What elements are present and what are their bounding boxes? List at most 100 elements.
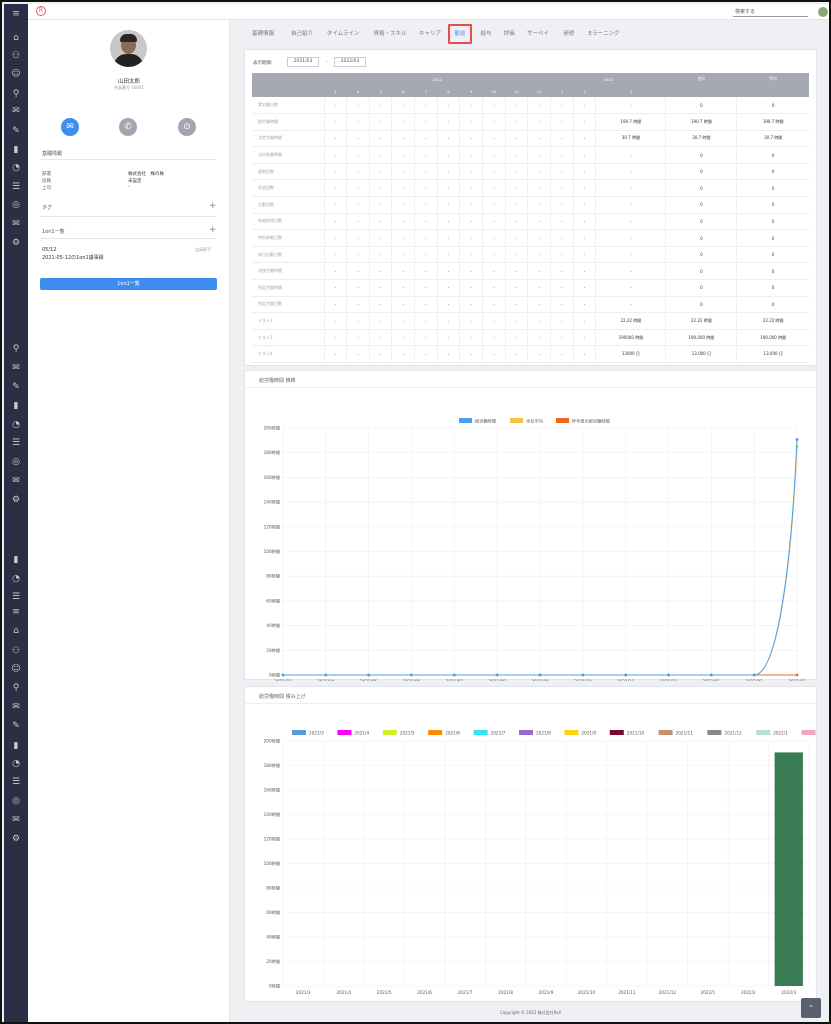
legend-swatch[interactable]	[658, 730, 673, 735]
chat-icon[interactable]: ✉	[9, 361, 23, 375]
legend-label[interactable]: 2022/1	[773, 731, 788, 736]
data-point[interactable]	[795, 438, 799, 441]
mail-icon[interactable]: ✉	[9, 217, 23, 231]
legend-label[interactable]: 2021/3	[309, 731, 324, 736]
legend-swatch[interactable]	[473, 730, 488, 735]
legend-swatch[interactable]	[382, 730, 397, 735]
gear-icon[interactable]: ⚙	[9, 832, 23, 846]
home-icon[interactable]: ⌂	[9, 31, 23, 45]
search-input[interactable]: 検索する	[733, 7, 808, 17]
chat-icon[interactable]: ✉	[9, 104, 23, 118]
bar-chart-icon[interactable]: ▮	[9, 399, 23, 413]
legend-swatch[interactable]	[428, 730, 443, 735]
legend-swatch[interactable]	[756, 730, 771, 735]
list-icon[interactable]: ☰	[9, 775, 23, 789]
legend-label[interactable]: 2021/7	[491, 731, 506, 736]
period-to-input[interactable]: 2022/03	[334, 57, 366, 67]
list-icon[interactable]: ☰	[9, 436, 23, 450]
search-icon[interactable]: ⚲	[9, 681, 23, 695]
org-icon[interactable]: ⚇	[9, 49, 23, 63]
data-point[interactable]	[452, 673, 456, 677]
target-icon[interactable]: ◎	[9, 794, 23, 808]
target-icon[interactable]: ◎	[9, 198, 23, 212]
app-logo[interactable]: R	[36, 6, 46, 16]
legend-swatch[interactable]	[519, 730, 533, 735]
edit-icon[interactable]: ✎	[9, 719, 23, 733]
tab-2[interactable]: タイムライン	[323, 28, 363, 40]
dashboard-icon[interactable]: ◔	[9, 418, 23, 432]
legend-label[interactable]: 総労働時間	[475, 418, 496, 425]
data-point[interactable]	[281, 673, 285, 677]
dashboard-icon[interactable]: ◔	[9, 161, 23, 175]
legend-swatch[interactable]	[459, 418, 472, 423]
search-icon[interactable]: ⚲	[9, 87, 23, 101]
dashboard-icon[interactable]: ◔	[9, 572, 23, 586]
data-point[interactable]	[795, 673, 799, 677]
legend-swatch[interactable]	[292, 730, 306, 735]
edit-icon[interactable]: ✎	[9, 380, 23, 394]
legend-label[interactable]: 2021/6	[445, 731, 460, 736]
scroll-top-button[interactable]: ⌃	[801, 998, 821, 1018]
tab-3[interactable]: 資格・スキル	[368, 28, 412, 40]
data-point[interactable]	[581, 673, 585, 677]
legend-swatch[interactable]	[801, 730, 816, 735]
legend-label[interactable]: 昨年度の総労働時間	[572, 418, 610, 425]
list-icon[interactable]: ☰	[9, 180, 23, 194]
mail-icon[interactable]: ✉	[9, 813, 23, 827]
legend-label[interactable]: 2021/10	[627, 731, 645, 736]
gear-icon[interactable]: ⚙	[9, 236, 23, 250]
user-check-icon[interactable]: ☺	[9, 662, 23, 676]
data-point[interactable]	[624, 673, 628, 677]
legend-swatch[interactable]	[564, 730, 579, 735]
location-icon[interactable]: ⊙	[178, 118, 196, 136]
legend-label[interactable]: 2021/8	[536, 731, 551, 736]
legend-label[interactable]: 2021/5	[400, 731, 415, 736]
data-point[interactable]	[538, 673, 542, 677]
phone-icon[interactable]: ✆	[119, 118, 137, 136]
tab-10[interactable]: Eラーニング	[585, 28, 623, 40]
data-point[interactable]	[709, 673, 713, 677]
tab-5[interactable]: 勤怠	[448, 24, 472, 44]
tab-6[interactable]: 給与	[477, 28, 495, 40]
data-point[interactable]	[667, 673, 670, 677]
add-tag-plus-icon[interactable]: +	[209, 201, 217, 211]
bar-chart-icon[interactable]: ▮	[9, 739, 23, 753]
mail-icon[interactable]: ✉	[9, 474, 23, 488]
user-check-icon[interactable]: ☺	[9, 67, 23, 81]
chat-icon[interactable]: ✉	[9, 700, 23, 714]
legend-label[interactable]: 2021/9	[581, 731, 596, 736]
home-icon[interactable]: ⌂	[9, 624, 23, 638]
bar-chart-icon[interactable]: ▮	[9, 553, 23, 567]
period-from-input[interactable]: 2021/03	[287, 57, 319, 67]
legend-label[interactable]: 2021/12	[724, 731, 742, 736]
legend-label[interactable]: 全社平均	[526, 418, 543, 425]
tab-1[interactable]: 自己紹介	[287, 28, 317, 40]
user-avatar[interactable]	[818, 7, 828, 17]
data-point[interactable]	[324, 673, 328, 677]
mail-icon[interactable]: ✉	[61, 118, 79, 136]
legend-swatch[interactable]	[510, 418, 523, 423]
data-point[interactable]	[410, 673, 413, 677]
edit-icon[interactable]: ✎	[9, 124, 23, 138]
tab-0[interactable]: 基礎情報	[244, 28, 282, 40]
gear-icon[interactable]: ⚙	[9, 493, 23, 507]
legend-swatch[interactable]	[609, 730, 624, 735]
tab-9[interactable]: 研修	[558, 28, 580, 40]
oneonone-list-button[interactable]: 1on1一覧	[40, 278, 217, 290]
legend-swatch[interactable]	[337, 730, 352, 735]
legend-label[interactable]: 2021/11	[676, 731, 694, 736]
data-point[interactable]	[495, 673, 499, 677]
menu-icon[interactable]: ≡	[9, 7, 23, 21]
list-icon[interactable]: ☰	[9, 590, 23, 604]
legend-swatch[interactable]	[707, 730, 722, 735]
dashboard-icon[interactable]: ◔	[9, 757, 23, 771]
tab-8[interactable]: サーベイ	[523, 28, 553, 40]
bar[interactable]	[774, 752, 803, 986]
add-oneonone-plus-icon[interactable]: +	[209, 225, 217, 235]
bar-chart-icon[interactable]: ▮	[9, 143, 23, 157]
oneonone-item[interactable]: 2021-05-12の1on1議事録	[42, 254, 104, 261]
legend-label[interactable]: 2021/4	[354, 731, 369, 736]
tab-7[interactable]: 評価	[500, 28, 518, 40]
menu-icon[interactable]: ≡	[9, 605, 23, 619]
legend-swatch[interactable]	[556, 418, 569, 423]
